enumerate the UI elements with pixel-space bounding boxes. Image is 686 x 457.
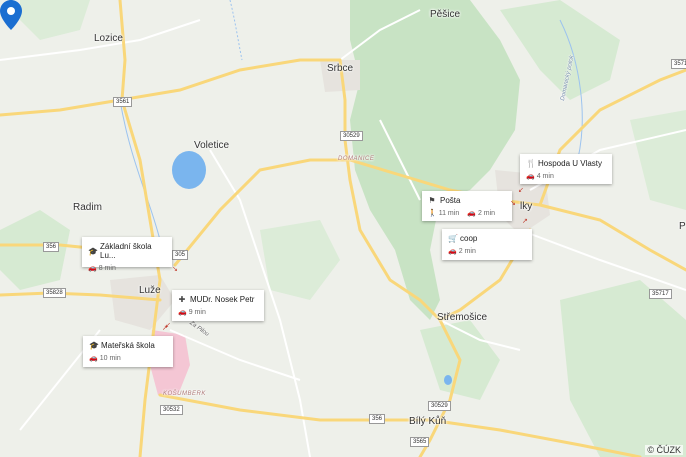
poi-card-hospoda[interactable]: 🍴 Hospoda U Vlasty 🚗 4 min (520, 154, 612, 184)
poi-card-zakladni-skola[interactable]: 🎓 Základní škola Lu... 🚗 8 min (82, 237, 172, 272)
direction-arrow-icon: ↘ (510, 200, 516, 207)
area-label-domanice: DOMANICE (338, 156, 375, 162)
poi-car-time: 8 min (98, 265, 116, 272)
direction-arrow-icon: ↙ (518, 187, 524, 194)
road-shield: 30532 (160, 405, 183, 415)
poi-title: Mateřská škola (101, 341, 155, 350)
poi-title: Základní škola Lu... (100, 242, 152, 260)
road-shield: 30529 (428, 401, 451, 411)
school-icon: 🎓 (88, 246, 98, 256)
poi-title: MUDr. Nosek Petr (190, 295, 255, 304)
place-label-lky: lky (520, 201, 533, 212)
place-label-lozice: Lozice (94, 33, 123, 44)
school-icon: 🎓 (89, 341, 99, 350)
car-icon: 🚗 (89, 355, 98, 362)
road-shield: 3561 (113, 97, 133, 107)
poi-car-time: 2 min (458, 248, 476, 255)
car-icon: 🚗 (178, 309, 187, 316)
poi-car-time: 9 min (188, 309, 206, 316)
poi-card-mudr-nosek[interactable]: ✚ MUDr. Nosek Petr 🚗 9 min (172, 290, 264, 321)
direction-arrow-icon: ↗ (522, 218, 528, 225)
poi-card-coop[interactable]: 🛒 coop 🚗 2 min (442, 229, 532, 260)
restaurant-icon: 🍴 (526, 159, 536, 168)
road-shield: 35828 (43, 288, 66, 298)
car-icon: 🚗 (448, 248, 457, 255)
map-canvas[interactable]: Pěšice Lozice Srbce Voletice DOMANICE Ra… (0, 0, 686, 457)
poi-car-time: 10 min (99, 355, 121, 362)
car-icon: 🚗 (526, 173, 535, 180)
place-label-bily-kun: Bílý Kůň (409, 416, 447, 427)
road-shield: 3571 (671, 59, 686, 69)
road-shield: 35717 (649, 289, 672, 299)
road-shield: 305 (172, 250, 189, 260)
place-label-luze: Luže (139, 285, 161, 296)
road-shield: 30529 (340, 131, 363, 141)
poi-title: Pošta (440, 196, 461, 205)
shopping-cart-icon: 🛒 (448, 234, 458, 243)
place-label-pesice: Pěšice (430, 9, 461, 20)
direction-arrow-icon: ↗ (162, 325, 168, 332)
walk-icon: 🚶 (428, 210, 437, 217)
poi-car-time: 4 min (536, 173, 554, 180)
medical-icon: ✚ (178, 295, 186, 304)
road-shield: 356 (369, 414, 386, 424)
car-icon: 🚗 (88, 265, 97, 272)
direction-arrow-icon: ↘ (172, 266, 178, 273)
poi-walk-time: 11 min (438, 210, 460, 217)
place-label-stremosice: Střemošice (437, 312, 488, 323)
place-label-srbce: Srbce (327, 63, 354, 74)
place-label-radim: Radim (73, 202, 102, 213)
place-label-p-edge: P (679, 221, 686, 232)
road-shield: 356 (43, 242, 60, 252)
poi-car-time: 2 min (477, 210, 496, 217)
copyright-notice: © ČÚZK (645, 445, 683, 455)
area-label-kosumberk: KOŠUMBERK (163, 391, 206, 397)
road-shield: 3565 (410, 437, 430, 447)
place-label-voletice: Voletice (194, 140, 230, 151)
poi-card-materska-skola[interactable]: 🎓 Mateřská škola 🚗 10 min (83, 336, 173, 367)
post-office-icon: ⚑ (428, 196, 436, 205)
location-pin-icon[interactable] (0, 0, 22, 30)
car-icon: 🚗 (467, 210, 476, 217)
poi-title: coop (460, 234, 478, 243)
poi-title: Hospoda U Vlasty (538, 159, 603, 168)
poi-card-posta[interactable]: ⚑ Pošta 🚶 11 min 🚗 2 min (422, 191, 512, 221)
